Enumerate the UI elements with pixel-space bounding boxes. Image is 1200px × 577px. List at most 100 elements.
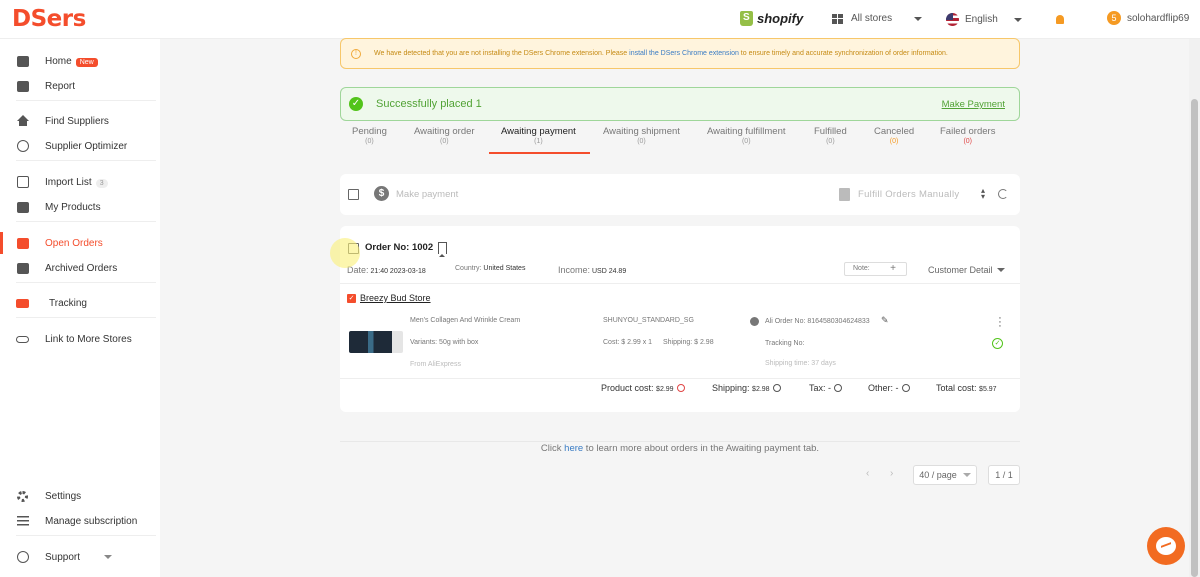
tab-pending[interactable]: Pending (0) (352, 126, 387, 145)
scrollbar[interactable] (1189, 39, 1200, 577)
sidebar-item-import-list[interactable]: Import List 3 (0, 171, 160, 193)
sidebar-item-my-products[interactable]: My Products (0, 196, 160, 218)
dsers-logo[interactable]: DSers (12, 6, 86, 32)
customer-detail-dropdown[interactable]: Customer Detail (928, 265, 1005, 275)
top-bar: DSers shopify All stores English 5 soloh… (0, 0, 1200, 39)
sidebar-item-home[interactable]: Home New (0, 50, 160, 72)
store-selector[interactable]: All stores (832, 13, 923, 24)
bag-icon (16, 201, 29, 214)
tab-awaiting-fulfillment[interactable]: Awaiting fulfillment (0) (707, 126, 786, 145)
tab-awaiting-payment[interactable]: Awaiting payment (1) (501, 126, 576, 145)
chevron-down-icon (104, 555, 112, 559)
sidebar-item-label: Home (45, 55, 72, 67)
chevron-down-icon (962, 473, 971, 477)
sidebar-item-label: Support (45, 551, 81, 563)
us-flag-icon (946, 13, 959, 26)
chevron-down-icon (914, 16, 923, 21)
page-size-select[interactable]: 40 / page (913, 465, 977, 485)
archive-icon (16, 262, 29, 275)
sidebar-item-link-stores[interactable]: Link to More Stores (0, 328, 160, 350)
orders-toolbar: $ Make payment Fulfill Orders Manually ▴… (340, 174, 1020, 215)
shipping-method[interactable]: SHUNYOU_STANDARD_SG (603, 317, 694, 324)
tab-failed-orders[interactable]: Failed orders (0) (940, 126, 995, 145)
language-selector[interactable]: English (946, 13, 1022, 26)
help-text: Click here to learn more about orders in… (540, 443, 820, 454)
note-field[interactable]: Note: + (844, 262, 907, 276)
divider (340, 283, 1020, 284)
warning-icon: ! (351, 48, 361, 59)
edit-icon[interactable]: ✎ (881, 315, 889, 326)
shopify-platform[interactable]: shopify (740, 11, 803, 26)
sidebar-divider (16, 282, 156, 283)
install-extension-link[interactable]: install the DSers Chrome extension (629, 50, 739, 57)
order-number: Order No: 1002 (365, 242, 434, 253)
sidebar-item-label: Import List (45, 176, 92, 188)
sidebar-item-manage-subscription[interactable]: Manage subscription (0, 510, 160, 532)
tab-fulfilled[interactable]: Fulfilled (0) (814, 126, 847, 145)
order-income: Income: USD 24.89 (558, 265, 627, 275)
ali-order-number: Ali Order No: 8164580304624833 (765, 318, 870, 325)
item-cost: Cost: $ 2.99 x 1 (603, 339, 653, 346)
gear-icon (16, 490, 29, 503)
home-icon (16, 55, 29, 68)
tax-cost: Tax: - (809, 383, 843, 393)
more-options-icon[interactable]: · · · (998, 313, 1002, 332)
refresh-icon[interactable] (998, 189, 1008, 199)
success-banner: ✓ Successfully placed 1 Make Payment (340, 87, 1020, 121)
cursor-highlight (330, 238, 360, 268)
sidebar-item-find-suppliers[interactable]: Find Suppliers (0, 110, 160, 132)
sidebar-item-support[interactable]: Support (0, 546, 160, 568)
sidebar-item-open-orders[interactable]: Open Orders (0, 232, 160, 254)
sidebar-item-settings[interactable]: Settings (0, 485, 160, 507)
clipboard-icon (839, 188, 850, 201)
sidebar-item-tracking[interactable]: Tracking (0, 292, 160, 314)
sidebar-divider (16, 221, 156, 222)
make-payment-button[interactable]: Make payment (396, 189, 458, 200)
info-icon[interactable] (772, 384, 781, 392)
make-payment-link[interactable]: Make Payment (942, 99, 1005, 110)
scrollbar-thumb[interactable] (1191, 99, 1198, 577)
sidebar-item-label: Find Suppliers (45, 115, 109, 127)
sidebar-divider (16, 100, 156, 101)
messenger-chat-button[interactable] (1147, 527, 1185, 565)
user-icon (750, 317, 759, 326)
bookmark-icon[interactable] (438, 242, 447, 257)
tab-canceled[interactable]: Canceled (0) (874, 126, 914, 145)
user-name: solohardflip69 (1127, 12, 1190, 24)
sidebar-divider (16, 535, 156, 536)
select-all-checkbox[interactable] (348, 189, 359, 200)
bell-icon[interactable] (1056, 15, 1064, 24)
store-name-link[interactable]: Breezy Bud Store (360, 293, 431, 303)
extension-warning-banner: ! We have detected that you are not inst… (340, 38, 1020, 69)
page-indicator[interactable]: 1 / 1 (988, 465, 1020, 485)
user-menu[interactable]: 5 solohardflip69 (1107, 11, 1189, 25)
info-icon[interactable] (834, 384, 843, 392)
sidebar-item-label: My Products (45, 201, 101, 213)
active-tab-indicator (489, 152, 590, 154)
tab-awaiting-shipment[interactable]: Awaiting shipment (0) (603, 126, 680, 145)
help-link[interactable]: here (564, 443, 583, 454)
sidebar-item-label: Tracking (49, 297, 87, 309)
clipboard-icon (16, 237, 29, 250)
product-image (349, 331, 403, 353)
next-page-icon[interactable]: › (890, 468, 893, 479)
report-icon (16, 80, 29, 93)
info-icon[interactable] (676, 384, 685, 392)
sidebar-item-report[interactable]: Report (0, 75, 160, 97)
order-date: Date: 21:40 2023-03-18 (347, 265, 426, 275)
sidebar-item-archived-orders[interactable]: Archived Orders (0, 257, 160, 279)
tab-awaiting-order[interactable]: Awaiting order (0) (414, 126, 475, 145)
plus-icon: + (890, 263, 896, 274)
sidebar-item-supplier-optimizer[interactable]: Supplier Optimizer (0, 135, 160, 157)
shipping-cost: Shipping: $2.98 (712, 383, 781, 393)
product-title[interactable]: Men's Collagen And Wrinkle Cream (410, 317, 520, 324)
sort-icon[interactable]: ▴ ▾ (981, 187, 985, 201)
info-icon[interactable] (901, 384, 910, 392)
prev-page-icon[interactable]: ‹ (866, 468, 869, 479)
fulfill-manually-button[interactable]: Fulfill Orders Manually (858, 189, 959, 200)
sidebar-item-label: Link to More Stores (45, 333, 132, 345)
avatar: 5 (1107, 11, 1121, 25)
sidebar-item-label: Archived Orders (45, 262, 118, 274)
divider (340, 378, 1020, 379)
truck-icon (16, 297, 29, 310)
